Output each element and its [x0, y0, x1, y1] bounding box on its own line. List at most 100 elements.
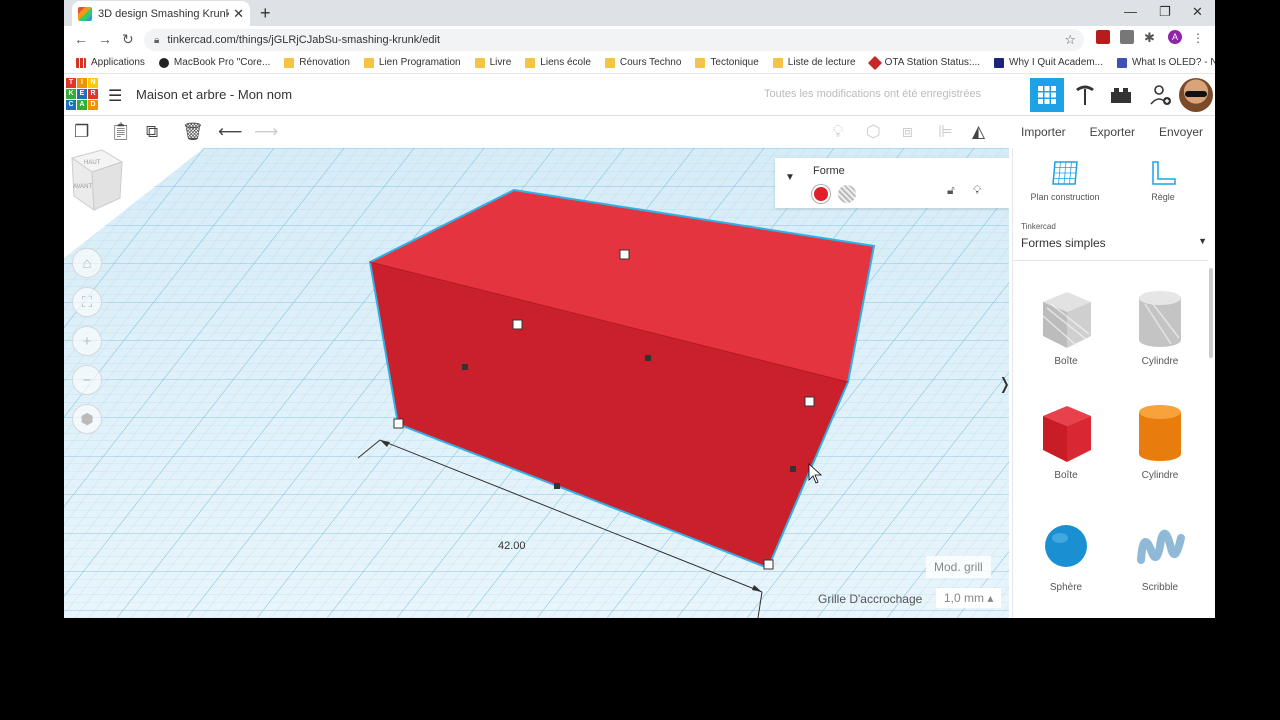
corner-handle[interactable]	[763, 559, 774, 570]
edge-handle[interactable]	[645, 355, 651, 361]
bookmark-label: Lien Programation	[378, 57, 461, 68]
corner-handle[interactable]	[393, 418, 404, 429]
bookmark-item[interactable]: Lien Programation	[363, 57, 461, 68]
workplane-tool[interactable]: Plan construction	[1017, 160, 1113, 202]
user-avatar[interactable]	[1179, 78, 1213, 112]
edit-grid-button[interactable]: Mod. grill	[926, 556, 991, 578]
resize-handle[interactable]	[804, 396, 815, 407]
sidebar-divider	[1013, 260, 1208, 261]
shape-icon[interactable]: ⬡	[866, 122, 881, 142]
bookmark-item[interactable]: MacBook Pro "Core...	[158, 57, 270, 68]
duplicate-icon[interactable]: ⧉	[146, 122, 158, 142]
restore-button[interactable]: ❐	[1159, 4, 1171, 20]
import-button[interactable]: Importer	[1021, 125, 1066, 139]
bricks-view-button[interactable]	[1104, 78, 1138, 112]
bookmark-item[interactable]: Liste de lecture	[772, 57, 856, 68]
copy-icon[interactable]: ❐	[74, 122, 89, 142]
design-list-icon[interactable]: ☰	[108, 86, 122, 106]
puzzle-icon[interactable]: ✱	[1144, 30, 1158, 45]
export-button[interactable]: Exporter	[1090, 125, 1135, 139]
bookmark-star-icon[interactable]: ☆	[1064, 32, 1076, 48]
workplane-canvas[interactable]	[64, 148, 1009, 618]
forward-icon[interactable]: →	[98, 31, 112, 47]
library-select[interactable]: Formes simples ▼	[1021, 236, 1211, 250]
design-name[interactable]: Maison et arbre - Mon nom	[136, 87, 292, 102]
undo-icon[interactable]: ⟵	[218, 122, 242, 142]
notes-light-icon[interactable]: 💡︎	[832, 122, 844, 142]
pdf-extension-icon[interactable]	[1096, 30, 1110, 44]
bookmark-item[interactable]: Livre	[474, 57, 511, 68]
sidebar-scrollbar[interactable]	[1209, 268, 1213, 358]
profile-avatar[interactable]: A	[1168, 30, 1182, 44]
browser-tab[interactable]: 3D design Smashing Krunk | Tin ✕	[72, 1, 250, 26]
ruler-tool[interactable]: Règle	[1115, 160, 1211, 202]
save-status: Toutes les modifications ont été enregis…	[764, 88, 982, 100]
bookmark-item[interactable]: Tectonique	[695, 57, 759, 68]
hole-swatch[interactable]	[838, 185, 856, 203]
back-icon[interactable]: ←	[74, 31, 88, 47]
lock-icon[interactable]: 🔓︎	[947, 183, 955, 198]
new-tab-button[interactable]: +	[260, 3, 271, 24]
tinkercad-logo[interactable]: T I N K E R C A D	[66, 78, 98, 110]
bookmark-item[interactable]: Cours Techno	[604, 57, 681, 68]
extension-icon[interactable]	[1120, 30, 1134, 44]
blocks-view-button[interactable]	[1068, 78, 1102, 112]
browser-menu-icon[interactable]: ⋮	[1192, 31, 1206, 45]
visibility-bulb-icon[interactable]: 💡︎	[973, 183, 981, 198]
shape-scribble[interactable]: Scribble	[1115, 520, 1205, 593]
shape-sphere[interactable]: Sphère	[1021, 520, 1111, 593]
edge-handle[interactable]	[554, 483, 560, 489]
address-bar[interactable]: 🔒︎ tinkercad.com/things/jGLRjCJabSu-smas…	[144, 29, 1084, 51]
shape-box-hole[interactable]: Boîte	[1021, 288, 1111, 367]
mirror-icon[interactable]: ◭	[972, 122, 985, 142]
bookmark-item[interactable]: OTA Station Status:...	[867, 55, 980, 70]
bookmark-item[interactable]: Why I Quit Academ...	[994, 57, 1103, 68]
tinkercad-favicon-icon	[78, 6, 92, 21]
close-window-button[interactable]: ✕	[1192, 4, 1203, 20]
workplane-viewport[interactable]: HAUT AVANT ⌂ ⛶ + − ⬢ ▼ Forme 🔓︎ 💡︎ ❭ Mod…	[64, 148, 1009, 618]
paste-icon[interactable]: 📋︎	[110, 122, 132, 142]
shape-box[interactable]: Boîte	[1021, 402, 1111, 481]
reload-icon[interactable]: ↻	[122, 31, 134, 48]
collapse-caret-icon[interactable]: ▼	[785, 172, 795, 183]
3d-view-button[interactable]	[1030, 78, 1064, 112]
snap-grid-select[interactable]: 1,0 mm ▴	[936, 588, 1002, 608]
zoom-in-button[interactable]: +	[72, 326, 102, 356]
dimension-value[interactable]: 42.00	[498, 540, 526, 552]
view-cube[interactable]: HAUT AVANT	[64, 148, 124, 212]
library-selection: Formes simples	[1021, 236, 1106, 250]
perspective-button[interactable]: ⬢	[72, 404, 102, 434]
resize-handle[interactable]	[512, 319, 523, 330]
send-button[interactable]: Envoyer	[1159, 125, 1203, 139]
folder-icon	[363, 57, 374, 68]
add-user-button[interactable]	[1144, 78, 1178, 112]
logo-letter: K	[66, 89, 76, 99]
align-icon[interactable]: ⊫	[938, 122, 953, 142]
minimize-button[interactable]: —	[1124, 4, 1137, 19]
group-icon[interactable]: ⧈	[902, 122, 913, 142]
box-hole-thumbnail	[1042, 292, 1091, 348]
edge-handle[interactable]	[790, 466, 796, 472]
workplane-grid-icon	[1052, 161, 1078, 185]
bookmark-item[interactable]: Rénovation	[284, 57, 350, 68]
delete-icon[interactable]: 🗑︎	[182, 122, 204, 142]
edge-handle[interactable]	[462, 364, 468, 370]
bookmark-item[interactable]: Liens école	[525, 57, 591, 68]
zoom-out-button[interactable]: −	[72, 365, 102, 395]
bookmark-item[interactable]: What Is OLED? - Ne...	[1116, 57, 1215, 68]
shape-label: Cylindre	[1141, 470, 1179, 481]
panel-expand-icon[interactable]: ❭	[998, 374, 1009, 394]
height-handle[interactable]	[619, 249, 630, 260]
redo-icon[interactable]: ⟶	[254, 122, 278, 142]
bookmark-item[interactable]: Applications	[76, 57, 145, 68]
logo-letter: D	[88, 100, 98, 110]
shape-cylinder-hole[interactable]: Cylindre	[1115, 288, 1205, 367]
solid-color-swatch[interactable]	[812, 185, 830, 203]
folder-icon	[772, 57, 783, 68]
close-tab-icon[interactable]: ✕	[233, 6, 244, 22]
shape-cylinder[interactable]: Cylindre	[1115, 402, 1205, 481]
apple-icon	[158, 57, 169, 68]
folder-icon	[284, 57, 295, 68]
home-view-button[interactable]: ⌂	[72, 248, 102, 278]
fit-view-button[interactable]: ⛶	[72, 287, 102, 317]
